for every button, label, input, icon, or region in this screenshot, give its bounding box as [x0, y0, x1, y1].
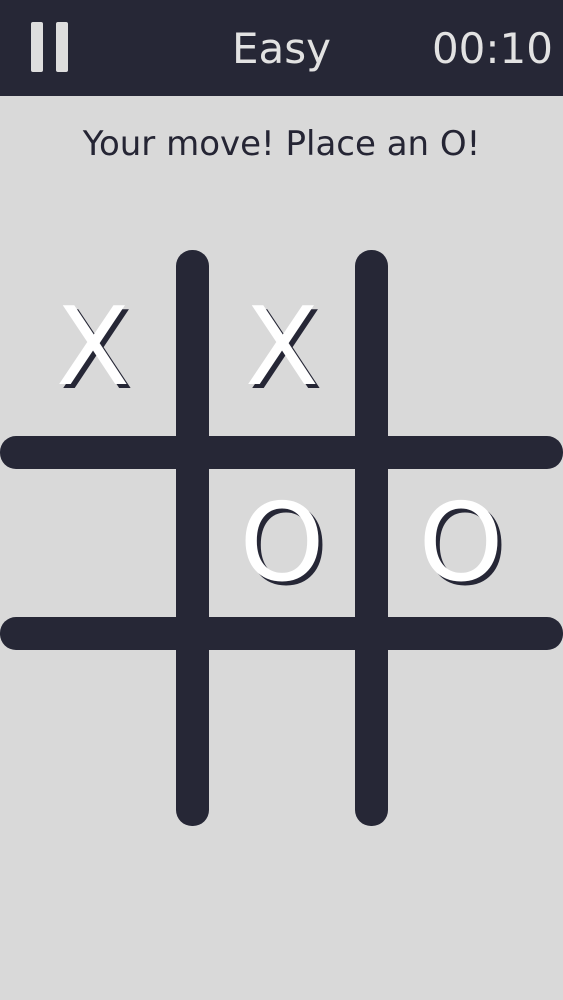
board-cell-1[interactable]: X [10, 260, 176, 436]
cell-mark: X [56, 285, 130, 410]
status-message: Your move! Place an O! [82, 124, 481, 164]
board-cell-5[interactable]: O [199, 456, 365, 632]
cell-mark: O [418, 481, 504, 606]
board-cell-7[interactable] [10, 650, 176, 826]
game-board: X X O O [0, 250, 563, 826]
board-cell-8[interactable] [199, 650, 365, 826]
cell-mark: O [239, 481, 325, 606]
game-timer: 00:10 [431, 24, 553, 73]
board-cell-3[interactable] [388, 260, 554, 436]
board-cell-2[interactable]: X [199, 260, 365, 436]
cell-mark: X [245, 285, 319, 410]
board-cell-6[interactable]: O [378, 456, 544, 632]
board-cell-4[interactable] [10, 456, 176, 632]
top-bar: Easy 00:10 [0, 0, 563, 96]
board-cell-9[interactable] [388, 650, 554, 826]
